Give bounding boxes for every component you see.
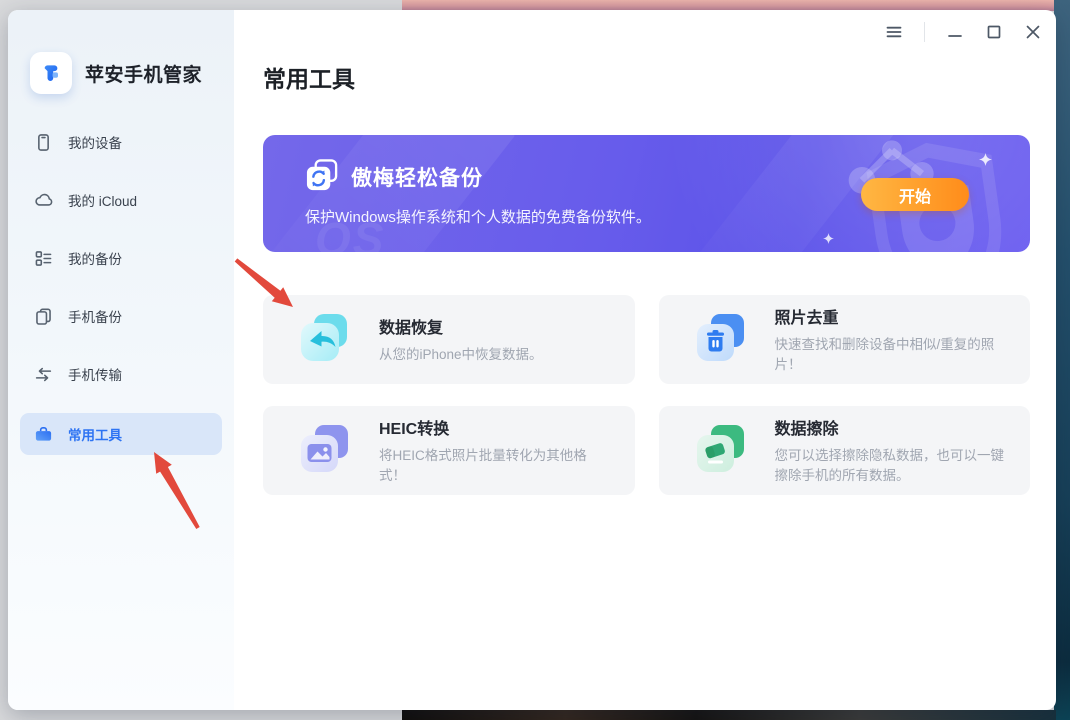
tool-title: HEIC转换 xyxy=(379,415,611,439)
tool-card-data-erase[interactable]: 数据擦除 您可以选择擦除隐私数据，也可以一键擦除手机的所有数据。 xyxy=(659,406,1031,495)
sidebar-item-label: 手机传输 xyxy=(68,364,122,384)
heic-convert-icon xyxy=(299,422,351,479)
tool-description: 将HEIC格式照片批量转化为其他格式！ xyxy=(379,446,611,485)
sidebar-item-my-backups[interactable]: 我的备份 xyxy=(20,239,222,277)
promo-banner[interactable]: OS xyxy=(263,135,1030,252)
sidebar-item-label: 我的备份 xyxy=(68,248,122,268)
tool-card-data-recovery[interactable]: 数据恢复 从您的iPhone中恢复数据。 xyxy=(263,295,635,384)
sidebar-item-label: 我的设备 xyxy=(68,132,122,152)
data-recovery-icon xyxy=(299,311,351,368)
sidebar-item-phone-transfer[interactable]: 手机传输 xyxy=(20,355,222,393)
tool-card-grid: 数据恢复 从您的iPhone中恢复数据。 xyxy=(263,295,1030,495)
tool-card-photo-dedupe[interactable]: 照片去重 快速查找和删除设备中相似/重复的照片！ xyxy=(659,295,1031,384)
banner-title: 傲梅轻松备份 xyxy=(351,162,483,192)
tool-title: 数据恢复 xyxy=(379,314,543,338)
sidebar-item-label: 常用工具 xyxy=(68,424,122,444)
sparkle-icon xyxy=(979,153,992,171)
tool-card-heic-convert[interactable]: HEIC转换 将HEIC格式照片批量转化为其他格式！ xyxy=(263,406,635,495)
page-title: 常用工具 xyxy=(263,60,355,94)
desktop-wallpaper-right xyxy=(1054,0,1070,720)
main-content: 常用工具 OS xyxy=(234,10,1056,710)
data-erase-icon xyxy=(695,422,747,479)
banner-subtitle: 保护Windows操作系统和个人数据的免费备份软件。 xyxy=(305,206,651,227)
backup-list-icon xyxy=(34,249,53,268)
backup-app-icon xyxy=(305,158,340,198)
sidebar-item-label: 我的 iCloud xyxy=(68,190,137,210)
banner-stripe-decoration xyxy=(263,135,515,252)
app-logo-icon xyxy=(30,52,72,94)
tool-description: 从您的iPhone中恢复数据。 xyxy=(379,345,543,365)
desktop-wallpaper-bottom xyxy=(402,710,1056,720)
cloud-icon xyxy=(34,191,53,210)
app-window: 苹安手机管家 我的设备 我的 iCloud xyxy=(8,10,1056,710)
sidebar-item-label: 手机备份 xyxy=(68,306,122,326)
sidebar-item-my-devices[interactable]: 我的设备 xyxy=(20,123,222,161)
sidebar-item-phone-backup[interactable]: 手机备份 xyxy=(20,297,222,335)
tool-description: 您可以选择擦除隐私数据，也可以一键擦除手机的所有数据。 xyxy=(775,446,1007,485)
photo-dedupe-icon xyxy=(695,311,747,368)
phone-transfer-icon xyxy=(34,365,53,384)
tool-title: 照片去重 xyxy=(775,304,1007,328)
tool-description: 快速查找和删除设备中相似/重复的照片！ xyxy=(775,335,1007,374)
sidebar-item-common-tools[interactable]: 常用工具 xyxy=(20,413,222,455)
app-logo-row: 苹安手机管家 xyxy=(30,52,202,94)
phone-backup-icon xyxy=(34,307,53,326)
app-title: 苹安手机管家 xyxy=(85,60,202,87)
sparkle-icon xyxy=(823,231,834,249)
sidebar-item-my-icloud[interactable]: 我的 iCloud xyxy=(20,181,222,219)
start-button[interactable]: 开始 xyxy=(861,178,969,211)
phone-icon xyxy=(34,133,53,152)
sidebar-menu: 我的设备 我的 iCloud 我的备份 xyxy=(20,123,222,475)
tool-title: 数据擦除 xyxy=(775,415,1007,439)
sidebar: 苹安手机管家 我的设备 我的 iCloud xyxy=(8,10,234,710)
toolbox-icon xyxy=(34,425,53,444)
